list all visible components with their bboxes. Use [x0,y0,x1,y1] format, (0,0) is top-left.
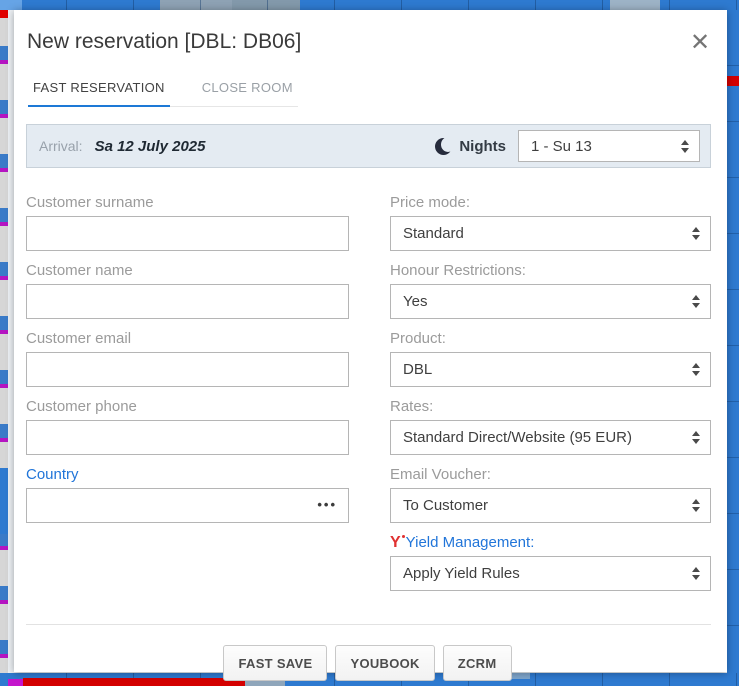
close-icon[interactable]: ✕ [685,28,715,58]
customer-name-input[interactable] [26,284,349,319]
moon-icon [435,138,452,155]
nights-group: Nights 1 - Su 13 [435,130,700,162]
nights-select-value: 1 - Su 13 [531,138,675,155]
background-calendar-right-column [727,10,739,686]
yield-icon: Y [390,535,401,551]
customer-email-field: Customer email [26,330,349,387]
yield-management-field: Y Yield Management: Apply Yield Rules [390,534,711,591]
rates-label: Rates: [390,398,711,416]
customer-phone-field: Customer phone [26,398,349,455]
rates-select[interactable]: Standard Direct/Website (95 EUR) [390,420,711,455]
background-calendar-left-column [0,10,8,686]
tab-close-room[interactable]: CLOSE ROOM [197,78,298,106]
honour-restrictions-value: Yes [403,293,686,310]
product-label: Product: [390,330,711,348]
price-mode-label: Price mode: [390,194,711,212]
email-voucher-select[interactable]: To Customer [390,488,711,523]
youbook-button[interactable]: YOUBOOK [335,645,434,681]
options-column: Price mode: Standard Honour Restrictions… [390,194,711,602]
product-field: Product: DBL [390,330,711,387]
spinner-icon [692,499,700,512]
ellipsis-icon[interactable]: ••• [317,498,337,511]
dialog-title: New reservation [DBL: DB06] [27,30,711,54]
spinner-icon [681,140,689,153]
background-calendar-top-row [0,0,739,10]
rates-value: Standard Direct/Website (95 EUR) [403,429,686,446]
reservation-form: Customer surname Customer name Customer … [24,194,711,602]
arrival-bar: Arrival: Sa 12 July 2025 Nights 1 - Su 1… [26,124,711,168]
country-input-wrap: ••• [26,488,349,523]
spinner-icon [692,295,700,308]
customer-name-field: Customer name [26,262,349,319]
yield-management-label-row[interactable]: Y Yield Management: [390,534,711,552]
footer-divider [26,624,711,625]
tab-fast-reservation[interactable]: FAST RESERVATION [28,78,170,107]
arrival-label: Arrival: [39,138,83,154]
yield-management-label: Yield Management: [406,534,535,552]
honour-restrictions-label: Honour Restrictions: [390,262,711,280]
price-mode-select[interactable]: Standard [390,216,711,251]
rates-field: Rates: Standard Direct/Website (95 EUR) [390,398,711,455]
customer-surname-field: Customer surname [26,194,349,251]
background-magenta-bar [8,679,23,686]
background-red-bar [0,10,8,18]
price-mode-value: Standard [403,225,686,242]
footer-button-row: FAST SAVE YOUBOOK ZCRM [24,645,711,681]
country-input[interactable] [26,488,349,523]
product-value: DBL [403,361,686,378]
customer-phone-label: Customer phone [26,398,349,416]
nights-label: Nights [459,138,506,155]
email-voucher-value: To Customer [403,497,686,514]
new-reservation-dialog: New reservation [DBL: DB06] ✕ FAST RESER… [14,10,727,672]
honour-restrictions-field: Honour Restrictions: Yes [390,262,711,319]
email-voucher-field: Email Voucher: To Customer [390,466,711,523]
customer-email-input[interactable] [26,352,349,387]
background-red-bar [727,76,739,86]
country-field: Country ••• [26,466,349,523]
email-voucher-label: Email Voucher: [390,466,711,484]
customer-surname-input[interactable] [26,216,349,251]
dialog-header: New reservation [DBL: DB06] ✕ [27,30,711,54]
spinner-icon [692,227,700,240]
customer-phone-input[interactable] [26,420,349,455]
background-blue-bar [0,468,8,534]
product-select[interactable]: DBL [390,352,711,387]
spinner-icon [692,363,700,376]
arrival-date: Sa 12 July 2025 [95,138,206,155]
customer-email-label: Customer email [26,330,349,348]
tab-strip: FAST RESERVATION CLOSE ROOM [28,78,298,107]
nights-select[interactable]: 1 - Su 13 [518,130,700,162]
customer-name-label: Customer name [26,262,349,280]
honour-restrictions-select[interactable]: Yes [390,284,711,319]
spinner-icon [692,567,700,580]
yield-management-value: Apply Yield Rules [403,565,686,582]
country-label[interactable]: Country [26,466,349,484]
customer-surname-label: Customer surname [26,194,349,212]
customer-column: Customer surname Customer name Customer … [26,194,349,602]
yield-management-select[interactable]: Apply Yield Rules [390,556,711,591]
price-mode-field: Price mode: Standard [390,194,711,251]
zcrm-button[interactable]: ZCRM [443,645,512,681]
spinner-icon [692,431,700,444]
fast-save-button[interactable]: FAST SAVE [223,645,327,681]
